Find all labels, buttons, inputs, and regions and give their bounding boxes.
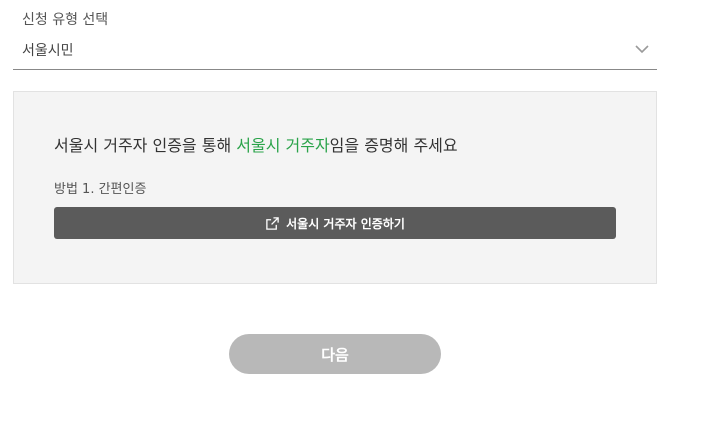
application-type-select[interactable]: 신청 유형 선택 서울시민 — [13, 10, 657, 70]
headline-highlight: 서울시 거주자 — [236, 136, 330, 155]
select-label: 신청 유형 선택 — [22, 12, 109, 28]
chevron-down-icon[interactable] — [634, 41, 650, 57]
next-button-label: 다음 — [321, 345, 349, 364]
external-link-icon — [266, 216, 279, 230]
select-field[interactable]: 서울시민 — [13, 30, 657, 70]
next-button[interactable]: 다음 — [229, 334, 441, 374]
verification-headline: 서울시 거주자 인증을 통해 서울시 거주자임을 증명해 주세요 — [54, 134, 458, 158]
headline-prefix: 서울시 거주자 인증을 통해 — [54, 136, 237, 155]
auth-button-label: 서울시 거주자 인증하기 — [286, 216, 405, 231]
seoul-resident-auth-button[interactable]: 서울시 거주자 인증하기 — [54, 207, 616, 239]
residence-verification-card: 서울시 거주자 인증을 통해 서울시 거주자임을 증명해 주세요 방법 1. 간… — [13, 91, 657, 284]
select-value: 서울시민 — [22, 43, 74, 59]
page: 신청 유형 선택 서울시민 서울시 거주자 인증을 통해 서울시 거주자임을 증… — [0, 0, 705, 423]
method-label: 방법 1. 간편인증 — [54, 182, 147, 197]
headline-suffix: 임을 증명해 주세요 — [329, 136, 458, 155]
